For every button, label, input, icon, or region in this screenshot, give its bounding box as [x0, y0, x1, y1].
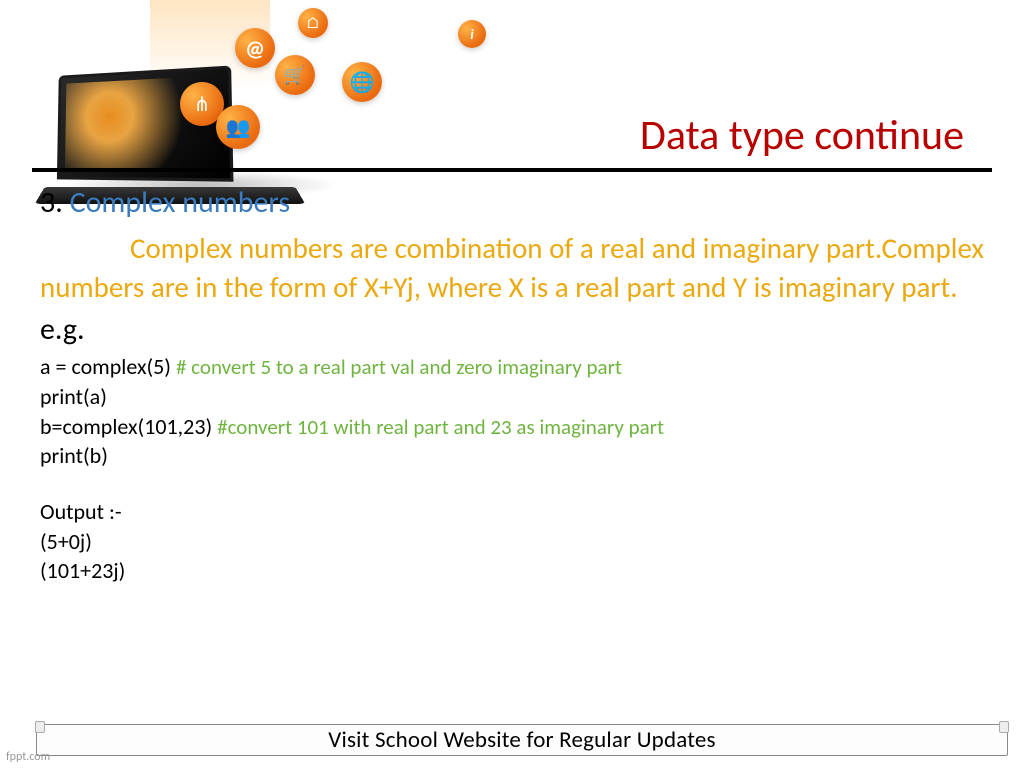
code-line-3: b=complex(101,23) #convert 101 with real…	[40, 412, 984, 442]
section-number: 3.	[40, 184, 63, 221]
code-comment: # convert 5 to a real part val and zero …	[176, 354, 622, 380]
slide-title: Data type continue	[640, 110, 964, 161]
home-icon: ⌂	[298, 8, 328, 38]
people-icon: 👥	[216, 105, 260, 149]
section-heading: 3. Complex numbers	[40, 184, 984, 221]
output-line-1: (5+0j)	[40, 527, 984, 557]
footer-banner: Visit School Website for Regular Updates	[36, 724, 1008, 756]
code-text: a = complex(5)	[40, 353, 176, 380]
output-line-2: (101+23j)	[40, 556, 984, 586]
code-text: b=complex(101,23)	[40, 413, 217, 440]
info-icon: i	[458, 20, 486, 48]
footer-text: Visit School Website for Regular Updates	[328, 726, 716, 754]
watermark: fppt.com	[6, 750, 50, 764]
code-line-2: print(a)	[40, 382, 984, 412]
example-label: e.g.	[40, 311, 984, 348]
header-graphic: ⋔ 👥 @ 🛒 ⌂ 🌐 i Data type continue	[0, 0, 1024, 170]
at-icon: @	[235, 28, 275, 68]
section-name: Complex numbers	[70, 184, 291, 221]
code-line-1: a = complex(5) # convert 5 to a real par…	[40, 352, 984, 382]
cart-icon: 🛒	[275, 55, 315, 95]
title-divider	[32, 168, 992, 172]
slide-content: 3. Complex numbers Complex numbers are c…	[40, 184, 984, 586]
output-label: Output :-	[40, 497, 984, 527]
globe-icon: 🌐	[342, 62, 382, 102]
body-paragraph: Complex numbers are combination of a rea…	[40, 229, 984, 307]
code-comment: #convert 101 with real part and 23 as im…	[217, 414, 664, 440]
code-line-4: print(b)	[40, 441, 984, 471]
code-block: a = complex(5) # convert 5 to a real par…	[40, 352, 984, 586]
